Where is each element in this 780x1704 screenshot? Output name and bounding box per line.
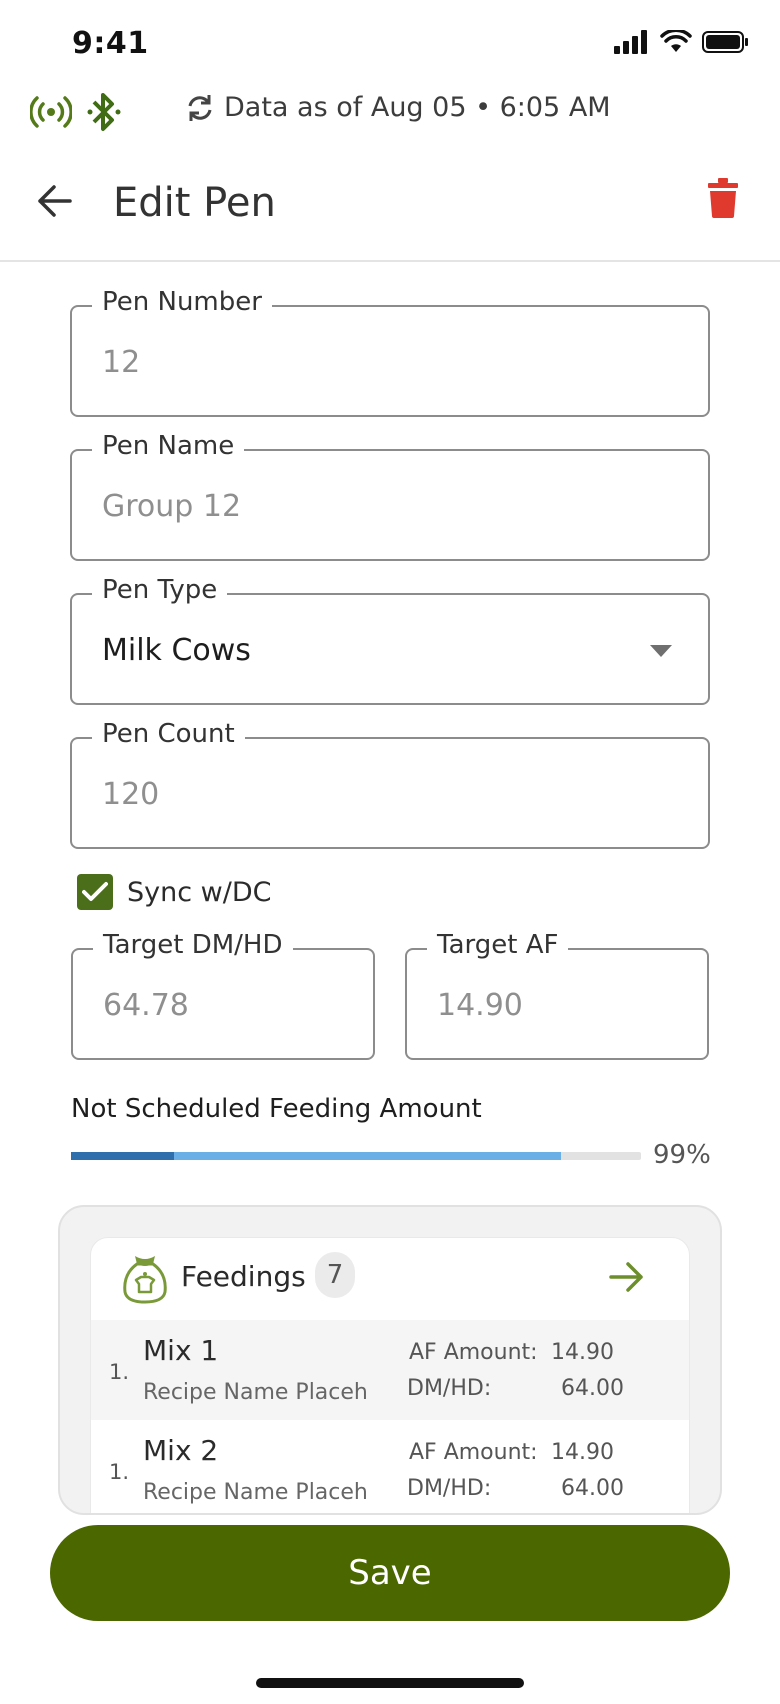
- pen-type-label: Pen Type: [92, 575, 228, 605]
- dm-hd-value: 64.00: [561, 1476, 624, 1501]
- arrow-right-icon[interactable]: [609, 1260, 645, 1294]
- app-header: Edit Pen: [0, 150, 780, 262]
- bluetooth-icon: [87, 93, 121, 131]
- pen-name-label: Pen Name: [92, 431, 245, 461]
- wifi-icon: [660, 30, 692, 52]
- delete-trash-icon[interactable]: [708, 178, 738, 218]
- feeding-amount-progress-bar: [71, 1152, 641, 1160]
- pen-count-field[interactable]: Pen Count 120: [70, 719, 710, 849]
- pen-type-select[interactable]: Pen Type Milk Cows: [70, 575, 710, 705]
- status-bar: 9:41: [0, 0, 780, 90]
- feeding-list-item[interactable]: 1. Mix 2 Recipe Name Placeh AF Amount: 1…: [91, 1420, 689, 1513]
- sync-dc-label: Sync w/DC: [127, 876, 272, 908]
- save-button[interactable]: Save: [50, 1525, 730, 1621]
- sync-dc-checkbox-row[interactable]: Sync w/DC: [77, 874, 271, 910]
- feed-sack-icon: [123, 1256, 167, 1304]
- checkmark-icon: [82, 882, 108, 901]
- broadcast-signal-icon: [30, 96, 72, 128]
- feedings-header[interactable]: Feedings 7: [91, 1238, 689, 1320]
- back-arrow-icon[interactable]: [36, 180, 74, 222]
- feedings-card-container: Feedings 7 1. Mix 1 Recipe Name Placeh A…: [58, 1205, 722, 1515]
- feeding-recipe-name: Recipe Name Placeh: [143, 1380, 368, 1405]
- af-amount-label: AF Amount:: [409, 1340, 538, 1365]
- data-sync-status: Data as of Aug 05 • 6:05 AM: [186, 92, 611, 123]
- pen-number-field[interactable]: Pen Number 12: [70, 287, 710, 417]
- feedings-count-badge: 7: [315, 1252, 355, 1298]
- dm-hd-label: DM/HD:: [407, 1376, 492, 1401]
- connectivity-row: Data as of Aug 05 • 6:05 AM: [0, 88, 780, 136]
- feeding-recipe-name: Recipe Name Placeh: [143, 1480, 368, 1505]
- feeding-amount-title: Not Scheduled Feeding Amount: [71, 1094, 482, 1124]
- cellular-signal-icon: [614, 30, 647, 54]
- feeding-index: 1.: [109, 1360, 130, 1384]
- feeding-index: 1.: [109, 1460, 130, 1484]
- pen-number-value: 12: [102, 345, 141, 380]
- af-amount-value: 14.90: [551, 1440, 614, 1465]
- pen-name-field[interactable]: Pen Name Group 12: [70, 431, 710, 561]
- home-indicator: [256, 1678, 524, 1688]
- progress-total-segment: [173, 1152, 562, 1160]
- pen-name-value: Group 12: [102, 489, 242, 524]
- dm-hd-value: 64.00: [561, 1376, 624, 1401]
- feeding-list-item[interactable]: 1. Mix 1 Recipe Name Placeh AF Amount: 1…: [91, 1320, 689, 1420]
- battery-icon: [702, 31, 748, 53]
- af-amount-value: 14.90: [551, 1340, 614, 1365]
- target-dm-hd-value: 64.78: [103, 988, 189, 1023]
- target-dm-hd-field[interactable]: Target DM/HD 64.78: [71, 930, 375, 1060]
- pen-number-label: Pen Number: [92, 287, 272, 317]
- status-icons: [614, 30, 750, 54]
- status-time: 9:41: [72, 26, 149, 61]
- target-dm-hd-label: Target DM/HD: [93, 930, 293, 960]
- feedings-title: Feedings: [181, 1260, 306, 1293]
- target-af-value: 14.90: [437, 988, 523, 1023]
- refresh-icon: [188, 94, 212, 121]
- feeding-mix-name: Mix 2: [143, 1434, 219, 1467]
- data-sync-text: Data as of Aug 05 • 6:05 AM: [224, 92, 611, 123]
- feeding-amount-percent: 99%: [653, 1140, 711, 1170]
- af-amount-label: AF Amount:: [409, 1440, 538, 1465]
- dropdown-caret-icon: [650, 645, 672, 657]
- pen-count-value: 120: [102, 777, 160, 812]
- pen-count-label: Pen Count: [92, 719, 245, 749]
- feedings-card: Feedings 7 1. Mix 1 Recipe Name Placeh A…: [90, 1237, 690, 1513]
- sync-dc-checkbox[interactable]: [77, 874, 113, 910]
- page-title: Edit Pen: [113, 180, 276, 226]
- dm-hd-label: DM/HD:: [407, 1476, 492, 1501]
- pen-type-value: Milk Cows: [102, 633, 251, 668]
- progress-scheduled-segment: [71, 1152, 174, 1160]
- target-af-field[interactable]: Target AF 14.90: [405, 930, 709, 1060]
- feeding-mix-name: Mix 1: [143, 1334, 219, 1367]
- target-af-label: Target AF: [427, 930, 569, 960]
